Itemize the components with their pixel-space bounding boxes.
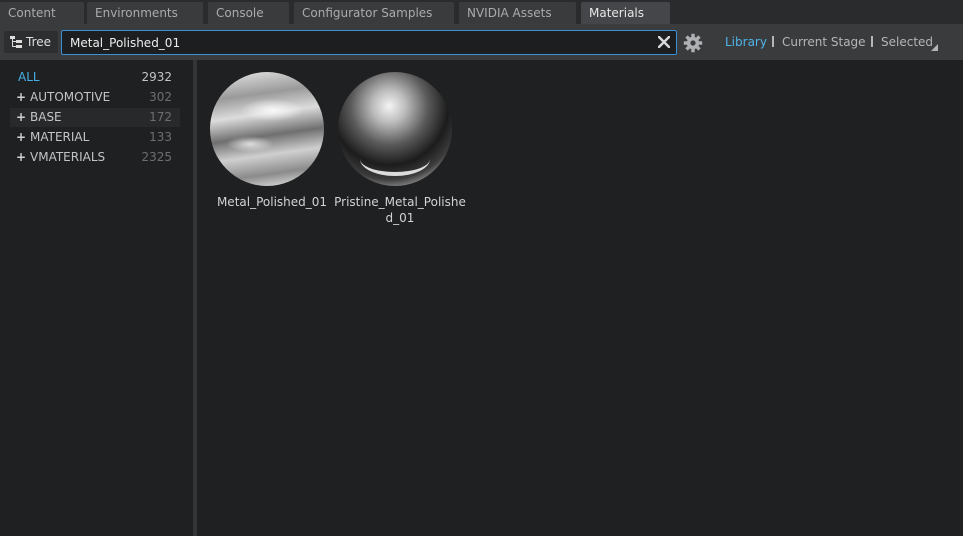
dropdown-corner-icon[interactable]	[931, 44, 938, 51]
tree-item-count: 172	[149, 110, 172, 124]
material-name: Pristine_Metal_Polished_01	[334, 195, 466, 225]
tab-bar: Content Environments Console Configurato…	[0, 0, 963, 24]
search-box	[61, 30, 677, 55]
tree-icon	[10, 36, 22, 48]
expand-icon[interactable]: +	[16, 148, 26, 167]
tree-item-base[interactable]: + BASE 172	[10, 108, 180, 127]
tree-item-count: 302	[149, 90, 172, 104]
expand-icon[interactable]: +	[16, 128, 26, 147]
filter-divider	[772, 36, 774, 47]
search-input[interactable]	[70, 31, 650, 54]
expand-icon[interactable]: +	[16, 88, 26, 107]
tab-console[interactable]: Console	[208, 2, 289, 24]
material-name: Metal_Polished_01	[216, 195, 328, 209]
tree-item-all[interactable]: ALL 2932	[10, 68, 180, 87]
clear-search-icon[interactable]	[658, 36, 670, 48]
tab-nvidia-assets[interactable]: NVIDIA Assets	[459, 2, 576, 24]
material-thumbnail[interactable]	[338, 72, 452, 186]
material-thumbnail[interactable]	[210, 72, 324, 186]
filter-selected[interactable]: Selected	[881, 35, 933, 49]
tree-item-material[interactable]: + MATERIAL 133	[10, 128, 180, 147]
tree-item-vmaterials[interactable]: + VMATERIALS 2325	[10, 148, 180, 167]
toolbar: Tree Library Current Stage Selected	[0, 24, 963, 60]
material-item-pristine-metal-polished-01[interactable]: Pristine_Metal_Polished_01	[331, 70, 466, 240]
tree-item-label: MATERIAL	[30, 130, 90, 144]
filter-divider	[871, 36, 873, 47]
expand-icon[interactable]: +	[16, 108, 26, 127]
tree-item-count: 2932	[141, 70, 172, 84]
tree-item-label: VMATERIALS	[30, 150, 106, 164]
filter-current-stage[interactable]: Current Stage	[782, 35, 866, 49]
tab-configurator-samples[interactable]: Configurator Samples	[294, 2, 454, 24]
category-tree: ALL 2932 + AUTOMOTIVE 302 + BASE 172 + M…	[0, 60, 193, 536]
tree-toggle-button[interactable]: Tree	[4, 31, 58, 53]
tab-environments[interactable]: Environments	[87, 2, 203, 24]
tree-item-count: 2325	[141, 150, 172, 164]
gear-icon[interactable]	[683, 33, 703, 53]
tree-item-label: ALL	[18, 70, 40, 84]
material-item-metal-polished-01[interactable]: Metal_Polished_01	[203, 70, 333, 240]
tree-item-label: AUTOMOTIVE	[30, 90, 111, 104]
tab-content[interactable]: Content	[0, 2, 84, 24]
tree-item-count: 133	[149, 130, 172, 144]
material-grid: Metal_Polished_01 Pristine_Metal_Polishe…	[197, 60, 963, 536]
tree-item-label: BASE	[30, 110, 62, 124]
tree-toggle-label: Tree	[26, 35, 52, 49]
tab-materials[interactable]: Materials	[581, 2, 670, 24]
filter-library[interactable]: Library	[725, 35, 767, 49]
tree-item-automotive[interactable]: + AUTOMOTIVE 302	[10, 88, 180, 107]
